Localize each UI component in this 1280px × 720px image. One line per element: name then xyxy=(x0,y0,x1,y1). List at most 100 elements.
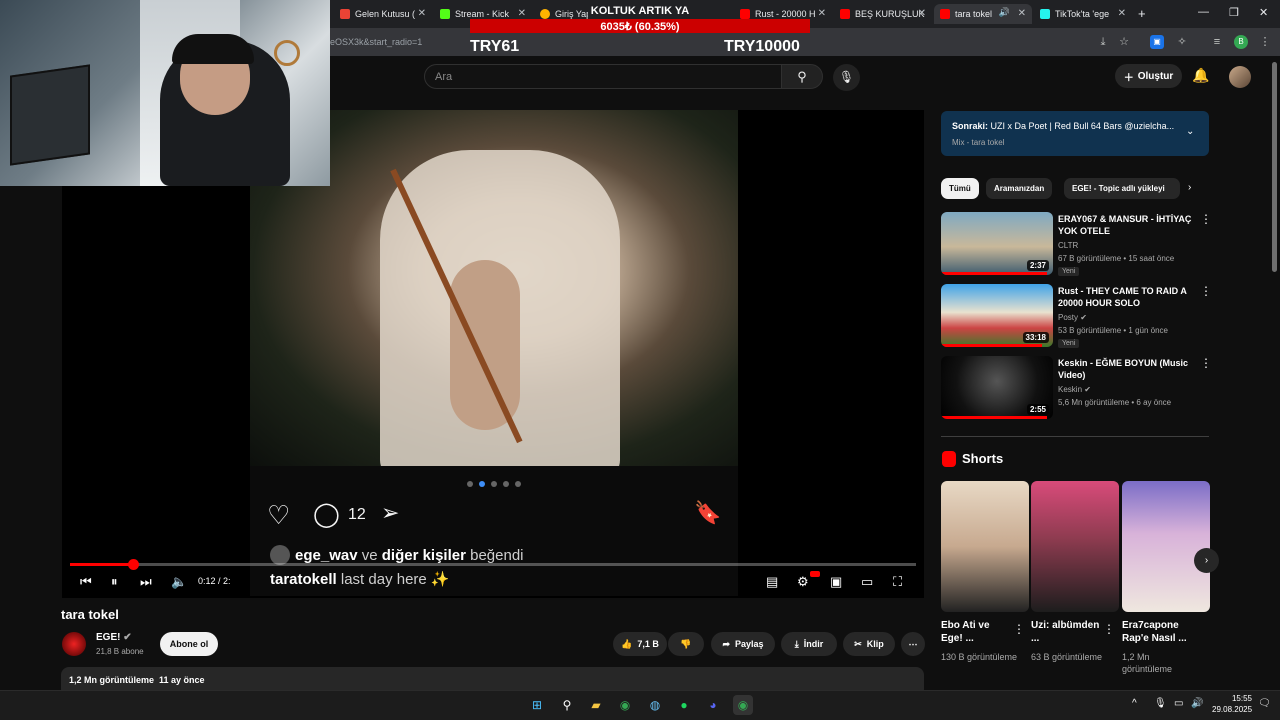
search-input[interactable]: Ara xyxy=(424,64,782,89)
extension-icon[interactable]: ▣ xyxy=(1150,35,1164,49)
more-vertical-icon[interactable]: ⋮ xyxy=(1013,622,1025,636)
network-icon[interactable]: ▭ xyxy=(1174,698,1183,709)
short-thumbnail[interactable] xyxy=(941,481,1029,612)
create-button[interactable]: ＋ Oluştur xyxy=(1115,64,1182,88)
video-thumbnail[interactable]: 2:55 xyxy=(941,356,1053,419)
channel-name[interactable]: Posty ✔ xyxy=(1058,313,1087,322)
fullscreen-icon[interactable]: ⛶ xyxy=(893,574,902,590)
speaker-icon[interactable]: 🔊 xyxy=(999,7,1010,18)
next-icon[interactable]: ⏭ xyxy=(140,574,152,590)
video-thumbnail[interactable]: 2:37 xyxy=(941,212,1053,275)
seek-handle[interactable] xyxy=(128,559,139,570)
chevron-right-icon[interactable]: › xyxy=(1188,182,1191,193)
clock-date[interactable]: 29.08.2025 xyxy=(1212,705,1252,714)
short-title[interactable]: Uzi: albümden ... xyxy=(1031,619,1103,645)
short-thumbnail[interactable] xyxy=(1122,481,1210,612)
short-title[interactable]: Ebo Ati ve Ege! ... xyxy=(941,619,1013,645)
volume-icon[interactable]: 🔊 xyxy=(1191,698,1203,709)
download-button[interactable]: ⤓ İndir xyxy=(781,632,837,656)
share-button[interactable]: ➦ Paylaş xyxy=(711,632,775,656)
channel-name[interactable]: Keskin ✔ xyxy=(1058,385,1091,394)
restore-icon[interactable]: ❐ xyxy=(1229,6,1239,19)
media-control-icon[interactable]: ≡ xyxy=(1210,35,1224,49)
more-vertical-icon[interactable]: ⋮ xyxy=(1200,212,1212,226)
previous-icon[interactable]: ⏮ xyxy=(80,574,92,590)
extensions-puzzle-icon[interactable]: ✧ xyxy=(1175,35,1189,49)
chip-all[interactable]: Tümü xyxy=(941,178,979,199)
microphone-icon[interactable]: 🎙 xyxy=(1154,698,1167,709)
windows-start-icon[interactable]: ⊞ xyxy=(527,695,547,715)
steam-icon[interactable]: ◍ xyxy=(645,695,665,715)
dislike-button[interactable]: 👎 xyxy=(668,632,704,656)
search-button[interactable]: ⚲ xyxy=(781,64,823,89)
minimize-icon[interactable]: — xyxy=(1198,6,1209,18)
chip-topic[interactable]: EGE! - Topic adlı yükleyi xyxy=(1064,178,1180,199)
short-thumbnail[interactable] xyxy=(1031,481,1119,612)
close-icon[interactable]: ✕ xyxy=(918,8,926,19)
clock-time[interactable]: 15:55 xyxy=(1226,694,1252,703)
donation-goal-progress: 6035₺ (60.35%) xyxy=(600,21,680,33)
search-icon[interactable]: ⚲ xyxy=(557,695,577,715)
up-next-box[interactable] xyxy=(941,111,1209,156)
download-icon: ⤓ xyxy=(794,638,799,649)
carousel-dot xyxy=(491,481,497,487)
post-caption: taratokell last day here ✨ xyxy=(270,571,450,588)
voice-search-button[interactable]: 🎙 xyxy=(833,64,860,91)
more-vertical-icon[interactable]: ⋮ xyxy=(1200,356,1212,370)
url-text[interactable]: eOSX3k&start_radio=1 xyxy=(330,37,422,47)
close-icon[interactable]: ✕ xyxy=(1118,8,1126,19)
close-icon[interactable]: ✕ xyxy=(818,8,826,19)
short-views: 63 B görüntüleme xyxy=(1031,652,1103,662)
browser-menu-icon[interactable]: ⋮ xyxy=(1258,35,1272,49)
channel-name[interactable]: EGE! ✔ xyxy=(96,632,132,643)
video-title[interactable]: ERAY067 & MANSUR - İHTİYAÇ YOK OTELE xyxy=(1058,213,1196,237)
page-scrollbar[interactable] xyxy=(1272,62,1277,272)
settings-gear-icon[interactable]: ⚙ xyxy=(797,574,809,590)
install-icon[interactable]: ⤓ xyxy=(1096,35,1110,49)
volume-icon[interactable]: 🔈 xyxy=(171,574,187,590)
chip-from-search[interactable]: Aramanızdan xyxy=(986,178,1053,199)
chrome-active-icon[interactable]: ◉ xyxy=(733,695,753,715)
seek-bar[interactable] xyxy=(70,563,916,566)
video-title[interactable]: Rust - THEY CAME TO RAID A 20000 HOUR SO… xyxy=(1058,285,1196,309)
new-tab-icon[interactable]: + xyxy=(1138,6,1146,21)
browser-tab-tara-tokel[interactable]: tara tokel 🔊 ✕ xyxy=(934,4,1032,24)
shorts-next-button[interactable]: › xyxy=(1194,548,1219,573)
tray-chevron-up-icon[interactable]: ^ xyxy=(1132,698,1137,709)
file-explorer-icon[interactable]: ▰ xyxy=(586,695,606,715)
liked-by-text: ege_wav ve diğer kişiler beğendi xyxy=(295,547,524,564)
plus-icon: ＋ xyxy=(1123,72,1134,84)
more-vertical-icon[interactable]: ⋮ xyxy=(1200,284,1212,298)
clip-button[interactable]: ✂ Klip xyxy=(843,632,895,656)
close-icon[interactable]: ✕ xyxy=(1018,8,1026,19)
browser-tab-gmail[interactable]: Gelen Kutusu (✕ xyxy=(334,4,432,24)
notifications-bell-icon[interactable]: 🔔 xyxy=(1192,67,1209,84)
chrome-icon[interactable]: ◉ xyxy=(615,695,635,715)
subtitles-icon[interactable]: ▤ xyxy=(766,574,778,590)
close-icon[interactable]: ✕ xyxy=(418,8,426,19)
bookmark-star-icon[interactable]: ☆ xyxy=(1117,35,1131,49)
channel-avatar[interactable] xyxy=(62,632,86,656)
spotify-icon[interactable]: ● xyxy=(674,695,694,715)
heart-icon: ♡ xyxy=(267,500,291,530)
pause-icon[interactable]: ⏸ xyxy=(111,574,118,590)
channel-name[interactable]: CLTR xyxy=(1058,241,1078,250)
browser-tab-bes-kurusluk[interactable]: BEŞ KURUŞLUK ✕ xyxy=(834,4,932,24)
subscribe-button[interactable]: Abone ol xyxy=(160,632,218,656)
window-close-icon[interactable]: ✕ xyxy=(1259,6,1268,19)
like-button[interactable]: 👍 7,1 B xyxy=(613,632,667,656)
video-title[interactable]: Keskin - EĞME BOYUN (Music Video) xyxy=(1058,357,1196,381)
browser-tab-tiktok[interactable]: TikTok'ta 'ege ✕ xyxy=(1034,4,1132,24)
thumbs-up-icon: 👍 xyxy=(621,638,633,649)
account-avatar[interactable] xyxy=(1229,66,1251,88)
miniplayer-icon[interactable]: ▣ xyxy=(830,574,842,590)
theater-mode-icon[interactable]: ▭ xyxy=(861,574,873,590)
more-vertical-icon[interactable]: ⋮ xyxy=(1103,622,1115,636)
profile-icon[interactable]: B xyxy=(1234,35,1248,49)
more-actions-button[interactable]: ⋯ xyxy=(901,632,925,656)
video-thumbnail[interactable]: 33:18 xyxy=(941,284,1053,347)
discord-icon[interactable]: ◕ xyxy=(703,695,723,715)
notifications-icon[interactable]: 🗨 xyxy=(1258,698,1271,709)
short-title[interactable]: Era7capone Rap'e Nasıl ... xyxy=(1122,619,1194,645)
chevron-down-icon[interactable]: ⌄ xyxy=(1186,126,1194,137)
